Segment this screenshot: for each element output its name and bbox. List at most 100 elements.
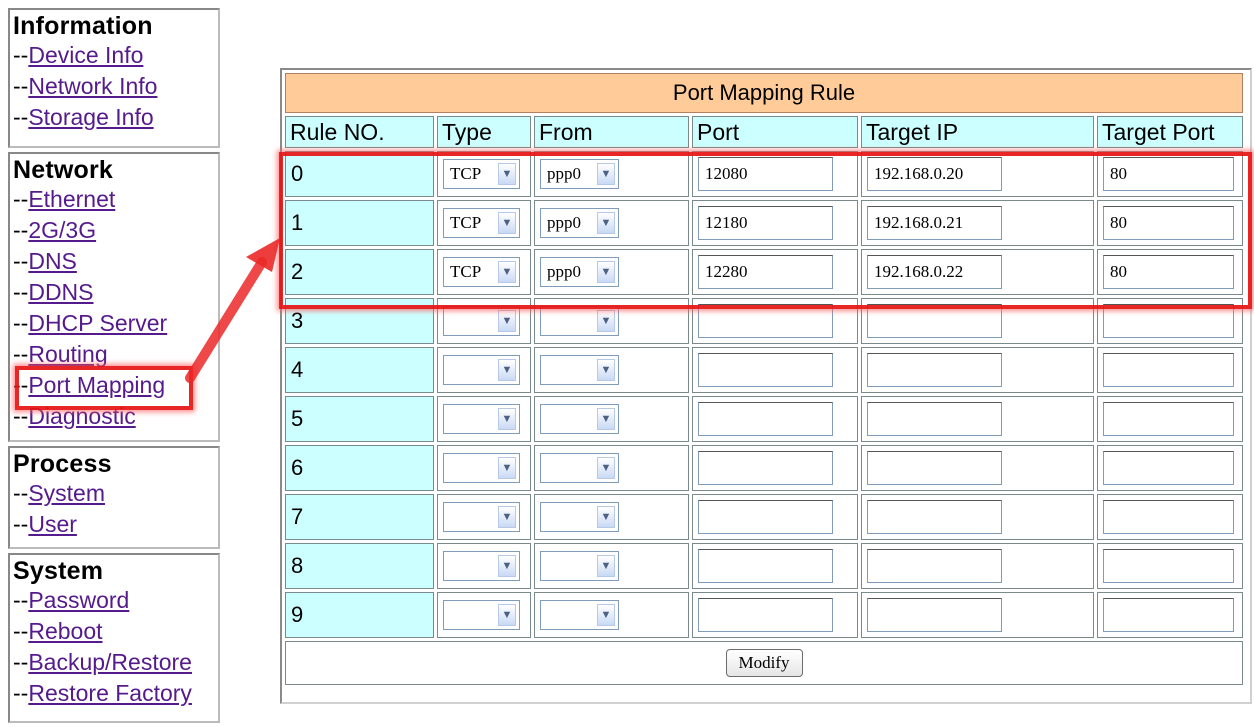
chevron-down-icon[interactable]: ▼ [498,555,516,577]
target-port-input[interactable] [1103,549,1234,583]
link-backup-restore[interactable]: Backup/Restore [28,649,192,675]
from-select[interactable]: ▼ [540,551,619,581]
target-ip-input[interactable] [867,549,1002,583]
chevron-down-icon[interactable]: ▼ [597,310,615,332]
chevron-down-icon[interactable]: ▼ [498,506,516,528]
sidebar-nav: Information --Device Info --Network Info… [8,8,220,727]
type-select[interactable]: ▼ [443,551,520,581]
target-ip-input[interactable] [867,500,1002,534]
rule-number: 2 [285,249,434,295]
chevron-down-icon[interactable]: ▼ [597,555,615,577]
target-port-input[interactable]: 80 [1103,206,1234,240]
type-select[interactable]: ▼ [443,404,520,434]
link-port-mapping[interactable]: Port Mapping [28,372,165,398]
from-select[interactable]: ▼ [540,502,619,532]
link-user[interactable]: User [28,511,77,537]
link-dhcp-server[interactable]: DHCP Server [28,310,167,336]
port-input[interactable]: 12280 [698,255,833,289]
rule-number: 5 [285,396,434,442]
from-select[interactable]: ▼ [540,453,619,483]
port-input[interactable] [698,598,833,632]
target-port-input[interactable] [1103,304,1234,338]
link-device-info[interactable]: Device Info [28,42,143,68]
link-system[interactable]: System [28,480,105,506]
footer-cell: Modify [285,641,1243,685]
type-select[interactable]: ▼ [443,502,520,532]
chevron-down-icon[interactable]: ▼ [597,261,615,283]
link-2g3g[interactable]: 2G/3G [28,217,96,243]
chevron-down-icon[interactable]: ▼ [597,604,615,626]
chevron-down-icon[interactable]: ▼ [498,359,516,381]
type-select[interactable]: TCP ▼ [443,159,520,189]
port-input[interactable] [698,549,833,583]
chevron-down-icon[interactable]: ▼ [597,359,615,381]
from-select[interactable]: ppp0 ▼ [540,208,619,238]
link-ethernet[interactable]: Ethernet [28,186,115,212]
target-ip-input[interactable]: 192.168.0.21 [867,206,1002,240]
from-select[interactable]: ▼ [540,600,619,630]
from-select[interactable]: ▼ [540,355,619,385]
target-port-input[interactable] [1103,500,1234,534]
type-select[interactable]: ▼ [443,355,520,385]
target-ip-input[interactable] [867,304,1002,338]
link-storage-info[interactable]: Storage Info [28,104,153,130]
chevron-down-icon[interactable]: ▼ [597,457,615,479]
target-ip-input[interactable] [867,353,1002,387]
chevron-down-icon[interactable]: ▼ [597,163,615,185]
chevron-down-icon[interactable]: ▼ [597,506,615,528]
chevron-down-icon[interactable]: ▼ [498,310,516,332]
target-port-input[interactable] [1103,402,1234,436]
chevron-down-icon[interactable]: ▼ [498,261,516,283]
target-port-input[interactable] [1103,598,1234,632]
column-header: Type [437,116,531,148]
target-ip-input[interactable]: 192.168.0.20 [867,157,1002,191]
sidebar-section-information: Information --Device Info --Network Info… [8,8,220,148]
target-port-input[interactable] [1103,353,1234,387]
from-select[interactable]: ppp0 ▼ [540,159,619,189]
port-input[interactable]: 12180 [698,206,833,240]
modify-button[interactable]: Modify [725,649,803,677]
type-select[interactable]: ▼ [443,453,520,483]
type-select[interactable]: TCP ▼ [443,257,520,287]
type-select[interactable]: ▼ [443,600,520,630]
column-header: Target IP [861,116,1094,148]
link-password[interactable]: Password [28,587,129,613]
target-ip-input[interactable]: 192.168.0.22 [867,255,1002,289]
sidebar-section-system: System --Password --Reboot --Backup/Rest… [8,553,220,723]
from-select[interactable]: ppp0 ▼ [540,257,619,287]
chevron-down-icon[interactable]: ▼ [498,604,516,626]
link-network-info[interactable]: Network Info [28,73,157,99]
port-input[interactable]: 12080 [698,157,833,191]
target-port-input[interactable] [1103,451,1234,485]
port-input[interactable] [698,353,833,387]
target-ip-input[interactable] [867,451,1002,485]
port-input[interactable] [698,500,833,534]
target-ip-input[interactable] [867,402,1002,436]
link-restore-factory[interactable]: Restore Factory [28,680,192,706]
target-port-input[interactable]: 80 [1103,157,1234,191]
link-diagnostic[interactable]: Diagnostic [28,403,135,429]
target-ip-input[interactable] [867,598,1002,632]
link-dns[interactable]: DNS [28,248,77,274]
from-select[interactable]: ▼ [540,306,619,336]
column-header: Rule NO. [285,116,434,148]
link-reboot[interactable]: Reboot [28,618,102,644]
column-header: From [534,116,689,148]
port-input[interactable] [698,304,833,338]
chevron-down-icon[interactable]: ▼ [498,408,516,430]
section-title: Network [13,156,114,184]
rule-row: 3 ▼ ▼ [285,298,1243,344]
from-select[interactable]: ▼ [540,404,619,434]
type-select[interactable]: ▼ [443,306,520,336]
type-select[interactable]: TCP ▼ [443,208,520,238]
target-port-input[interactable]: 80 [1103,255,1234,289]
link-routing[interactable]: Routing [28,341,107,367]
link-ddns[interactable]: DDNS [28,279,93,305]
port-input[interactable] [698,451,833,485]
chevron-down-icon[interactable]: ▼ [498,212,516,234]
chevron-down-icon[interactable]: ▼ [597,408,615,430]
chevron-down-icon[interactable]: ▼ [498,457,516,479]
chevron-down-icon[interactable]: ▼ [597,212,615,234]
chevron-down-icon[interactable]: ▼ [498,163,516,185]
port-input[interactable] [698,402,833,436]
